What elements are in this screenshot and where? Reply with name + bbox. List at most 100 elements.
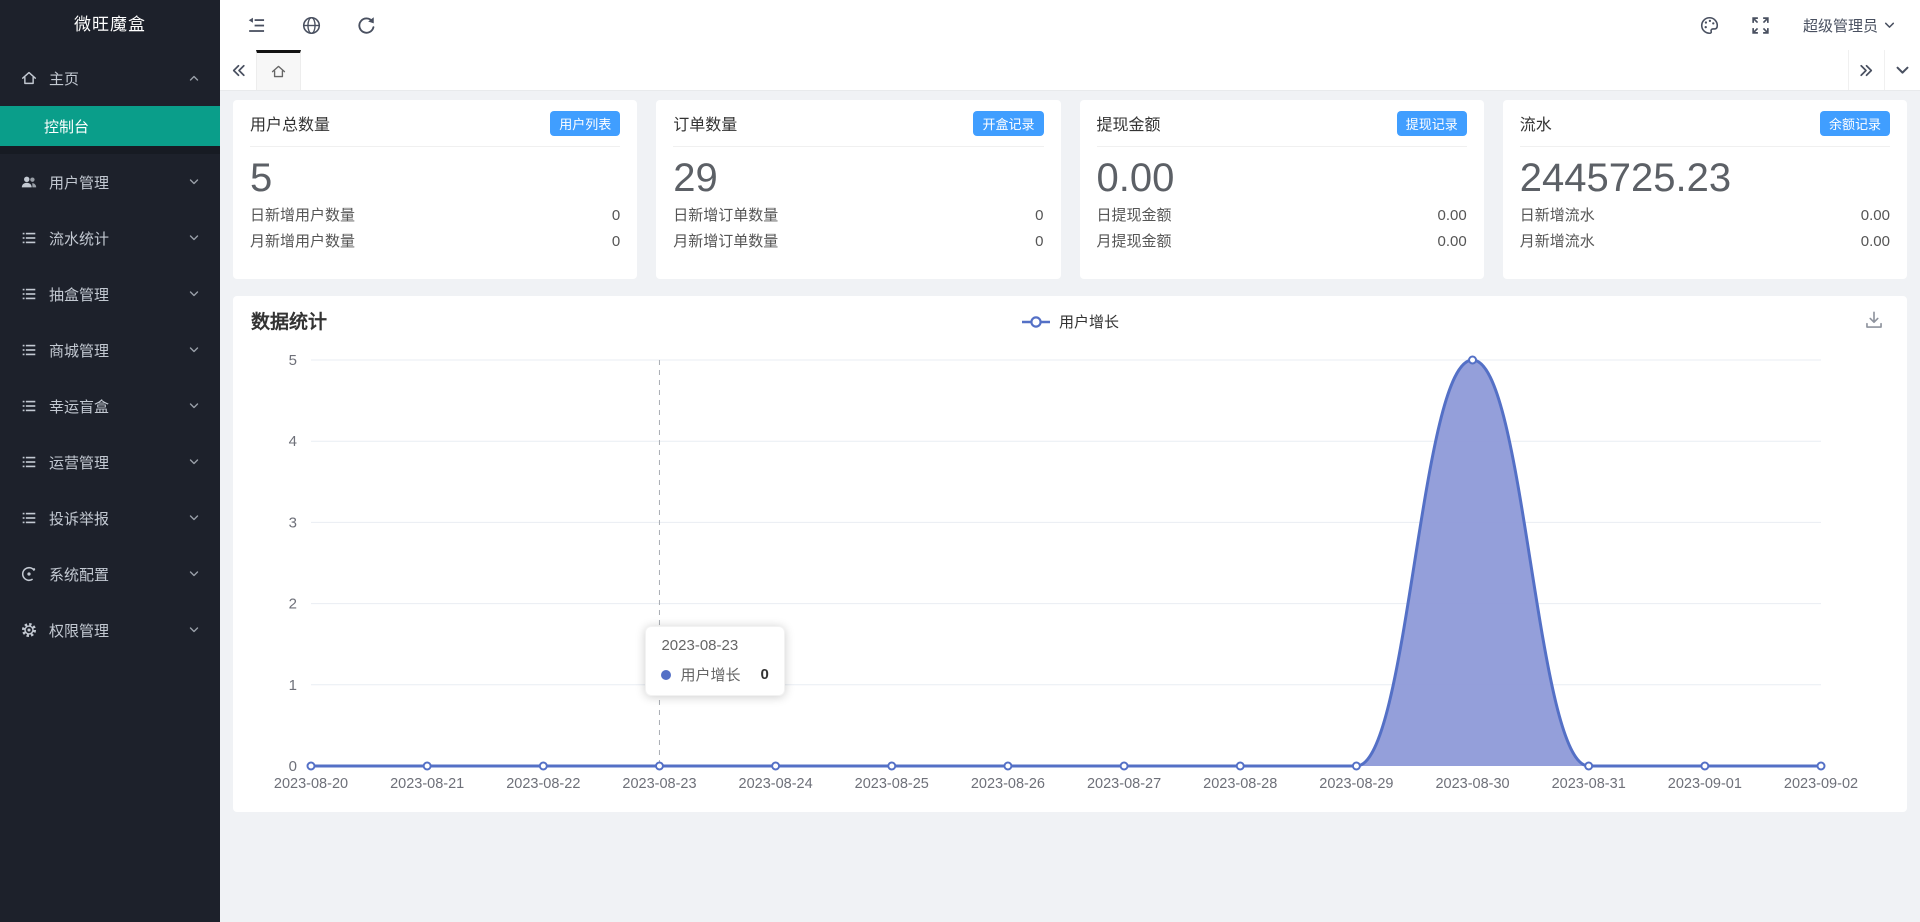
sidebar-item-home[interactable]: 主页 [0,50,220,106]
data-point-marker[interactable] [1816,761,1826,771]
home-icon [20,69,38,87]
data-point-marker[interactable] [1700,761,1710,771]
user-name: 超级管理员 [1802,17,1878,35]
card-header: 订单数量 开盒记录 [673,100,1044,147]
gear-icon [20,621,38,639]
tab-home[interactable] [256,50,301,90]
data-point-marker[interactable] [422,761,432,771]
card-row: 月提现金额 0.00 [1097,229,1467,254]
tabs-options-button[interactable] [1884,50,1920,90]
stat-card-orders: 订单数量 开盒记录 29 日新增订单数量 0 月新增订单数量 0 [656,100,1061,279]
brand-logo: 微旺魔盒 [74,15,146,34]
row-label: 月新增流水 [1519,233,1595,250]
user-growth-area-chart[interactable]: 0 1 2 3 4 5 2023-08-20 2023-08-21 2023-08-22 2023… [233,296,1905,812]
sidebar-item-permissions[interactable]: 权限管理 [0,602,220,658]
x-axis-label: 2023-08-21 [390,776,464,792]
chevron-down-icon [188,344,200,356]
card-row: 月新增订单数量 0 [673,229,1043,254]
row-label: 月新增用户数量 [250,233,356,250]
x-axis-label: 2023-08-28 [1203,776,1277,792]
data-point-marker[interactable] [771,761,781,771]
card-title: 提现金额 [1096,117,1161,134]
refresh-button[interactable] [356,15,377,36]
data-point-marker[interactable] [538,761,548,771]
fullscreen-button[interactable] [1750,15,1771,36]
list-icon [20,229,38,247]
sidebar-item-label: 控制台 [44,118,90,136]
data-point-marker[interactable] [1235,761,1245,771]
chevron-up-icon [188,72,200,84]
sidebar-item-user-mgmt[interactable]: 用户管理 [0,154,220,210]
statistics-chart-card: 数据统计 用户增长 0 1 2 3 4 5 2023-08-20 2023-08-21 2023… [233,296,1907,812]
legend-item-user-growth[interactable]: 用户增长 [233,311,1907,332]
x-axis-label: 2023-08-22 [506,776,580,792]
sidebar-item-label: 运营管理 [49,454,110,472]
withdrawal-records-badge[interactable]: 提现记录 [1396,110,1467,136]
theme-palette-button[interactable] [1699,15,1720,36]
data-point-marker[interactable] [887,761,897,771]
row-label: 日新增订单数量 [673,207,779,224]
row-value: 0.00 [1860,233,1890,250]
sidebar-item-label: 抽盒管理 [49,286,110,304]
user-menu[interactable]: 超级管理员 [1803,15,1896,36]
card-header: 用户总数量 用户列表 [250,100,621,147]
topbar: 超级管理员 [220,0,1920,50]
chevron-down-icon [188,456,200,468]
download-chart-button[interactable] [1863,309,1885,331]
card-value: 0.00 [1096,156,1175,200]
sidebar-menu: 主页 控制台 用户管理 流水统计 抽盒管理 商城管理 幸运盲盒 运营管理 投诉举… [0,50,220,658]
sidebar-item-operations[interactable]: 运营管理 [0,434,220,490]
sidebar-item-label: 流水统计 [49,230,110,248]
y-axis-label: 4 [289,433,297,450]
tabbar-spacer [301,50,1848,90]
user-list-badge[interactable]: 用户列表 [550,110,621,136]
sidebar-item-label: 商城管理 [49,342,110,360]
chevron-down-icon [188,288,200,300]
x-axis-label: 2023-08-25 [855,776,929,792]
sidebar-item-box-mgmt[interactable]: 抽盒管理 [0,266,220,322]
list-icon [20,341,38,359]
sidebar-item-flow-stats[interactable]: 流水统计 [0,210,220,266]
data-point-marker[interactable] [1468,355,1478,365]
sidebar-item-system-config[interactable]: 系统配置 [0,546,220,602]
sidebar-item-mall-mgmt[interactable]: 商城管理 [0,322,220,378]
data-point-marker[interactable] [1119,761,1129,771]
data-point-marker[interactable] [1003,761,1013,771]
open-box-records-badge[interactable]: 开盒记录 [973,110,1044,136]
data-point-marker[interactable] [1584,761,1594,771]
legend-line-marker-icon [1021,315,1050,328]
tabs-scroll-right-button[interactable] [1848,50,1884,90]
stat-cards-row: 用户总数量 用户列表 5 日新增用户数量 0 月新增用户数量 0 订单数量 开盒… [233,100,1907,279]
topbar-right: 超级管理员 [1669,15,1896,36]
download-icon [1863,309,1885,331]
card-row: 月新增流水 0.00 [1520,229,1890,254]
data-point-marker[interactable] [1351,761,1361,771]
row-label: 日提现金额 [1096,207,1172,224]
tooltip-series-value: 0 [760,666,769,683]
fold-menu-button[interactable] [246,15,267,36]
stat-card-users: 用户总数量 用户列表 5 日新增用户数量 0 月新增用户数量 0 [233,100,638,279]
x-axis-label: 2023-09-02 [1784,776,1858,792]
row-value: 0.00 [1437,233,1467,250]
sidebar-item-label: 系统配置 [49,566,110,584]
balance-records-badge[interactable]: 余额记录 [1819,110,1890,136]
y-axis-label: 5 [289,352,297,369]
data-point-marker[interactable] [306,761,316,771]
sidebar-item-complaints[interactable]: 投诉举报 [0,490,220,546]
chevron-down-icon [188,568,200,580]
x-axis-label: 2023-08-29 [1319,776,1393,792]
sidebar-item-console[interactable]: 控制台 [0,106,220,146]
data-point-marker[interactable] [654,761,664,771]
fold-menu-icon [246,15,267,36]
tooltip-date: 2023-08-23 [661,637,739,654]
tab-bar [220,50,1920,91]
tabs-scroll-left-button[interactable] [220,50,256,90]
home-icon [270,63,287,80]
globe-button[interactable] [301,15,322,36]
row-value: 0.00 [1860,207,1890,224]
card-value: 5 [250,156,273,200]
list-icon [20,453,38,471]
sidebar-item-lucky-box[interactable]: 幸运盲盒 [0,378,220,434]
list-icon [20,509,38,527]
double-chevron-left-icon [230,62,247,79]
